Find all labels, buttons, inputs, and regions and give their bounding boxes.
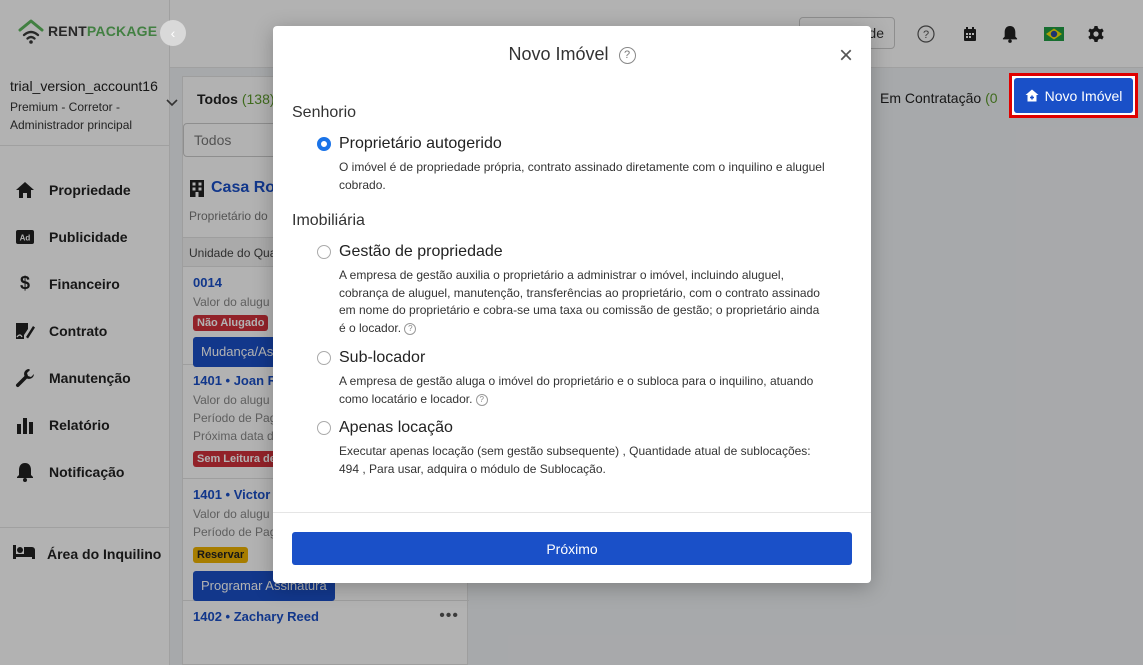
option-description: Executar apenas locação (sem gestão subs… xyxy=(339,444,811,476)
option-property-management[interactable]: Gestão de propriedade A empresa de gestã… xyxy=(317,243,820,339)
collapse-sidebar-button[interactable]: ‹ xyxy=(160,20,186,46)
help-circle-icon[interactable]: ? xyxy=(475,393,488,406)
option-description: A empresa de gestão auxilia o proprietár… xyxy=(339,268,820,335)
option-label: Sub-locador xyxy=(339,349,426,366)
chevron-down-icon[interactable] xyxy=(166,96,178,110)
chevron-left-icon: ‹ xyxy=(170,25,176,41)
radio-selected[interactable] xyxy=(317,137,331,151)
option-label: Apenas locação xyxy=(339,419,453,436)
option-self-managed[interactable]: Proprietário autogerido O imóvel é de pr… xyxy=(317,135,825,195)
new-property-button-highlight: Novo Imóvel xyxy=(1009,73,1138,118)
house-plus-icon xyxy=(1025,89,1039,102)
section-agency: Imobiliária xyxy=(292,212,365,229)
option-description: O imóvel é de propriedade própria, contr… xyxy=(339,160,825,192)
help-circle-icon[interactable]: ? xyxy=(404,322,417,335)
option-label: Gestão de propriedade xyxy=(339,243,503,260)
modal-title: Novo Imóvel? xyxy=(273,44,871,65)
divider xyxy=(273,512,871,513)
next-button[interactable]: Próximo xyxy=(292,532,852,565)
new-property-label: Novo Imóvel xyxy=(1044,87,1123,104)
option-sublessor[interactable]: Sub-locador A empresa de gestão aluga o … xyxy=(317,349,819,409)
radio-unselected[interactable] xyxy=(317,245,331,259)
new-property-button[interactable]: Novo Imóvel xyxy=(1014,78,1133,113)
new-property-modal: Novo Imóvel? × Senhorio Proprietário aut… xyxy=(273,26,871,583)
section-landlord: Senhorio xyxy=(292,104,357,121)
option-label: Proprietário autogerido xyxy=(339,135,502,152)
close-icon[interactable]: × xyxy=(839,44,853,68)
option-leasing-only[interactable]: Apenas locação Executar apenas locação (… xyxy=(317,419,819,479)
radio-unselected[interactable] xyxy=(317,421,331,435)
option-description: A empresa de gestão aluga o imóvel do pr… xyxy=(339,374,814,406)
radio-unselected[interactable] xyxy=(317,351,331,365)
help-circle-icon[interactable]: ? xyxy=(618,47,636,64)
